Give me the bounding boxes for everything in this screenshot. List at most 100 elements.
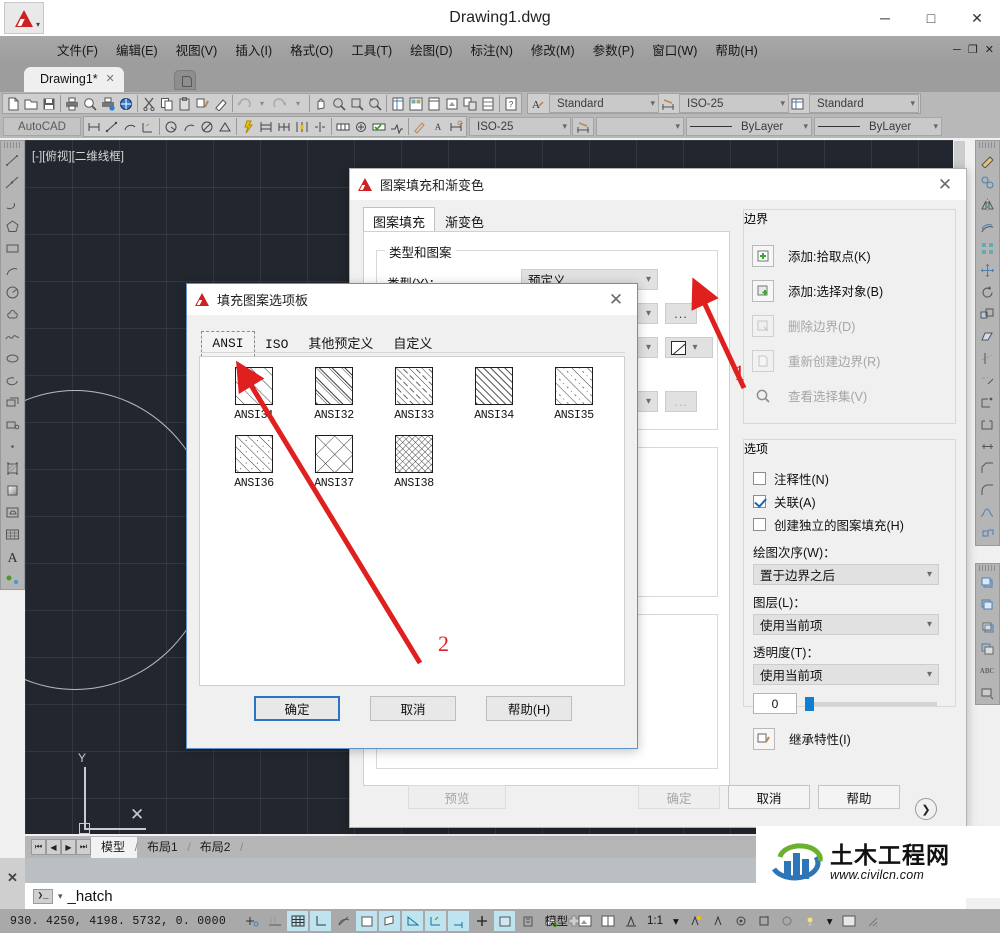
pattern-swatch[interactable]	[475, 367, 513, 405]
add-select-objects-icon[interactable]	[752, 279, 774, 302]
ellipse-icon[interactable]	[1, 347, 24, 369]
tab-iso[interactable]: ISO	[255, 333, 298, 357]
cancel-button[interactable]: 取消	[728, 785, 810, 809]
draw-order-combo[interactable]: 置于边界之后 ▾	[753, 564, 939, 585]
toolbar-grip[interactable]	[979, 142, 996, 148]
annotative-checkbox[interactable]	[753, 472, 766, 485]
quick-dimension-icon[interactable]	[240, 117, 257, 136]
arc-dimension-icon[interactable]	[122, 117, 139, 136]
tolerance-icon[interactable]	[335, 117, 352, 136]
text-to-front-icon[interactable]: ABC	[976, 660, 999, 682]
nav-next-button[interactable]: ▶	[61, 839, 76, 855]
3dprint-icon[interactable]	[118, 94, 135, 113]
menu-item-window[interactable]: 窗口(W)	[643, 37, 706, 62]
copy-object-icon[interactable]	[976, 171, 999, 193]
polar-tracking-icon[interactable]	[333, 911, 354, 931]
add-pick-points-row[interactable]: 添加:拾取点(K)	[744, 238, 955, 273]
pattern-item-ansi32[interactable]: ANSI32	[294, 367, 374, 422]
dim-style-combo[interactable]: ISO-25 ▾	[679, 94, 789, 113]
pattern-swatch[interactable]	[235, 435, 273, 473]
erase-icon[interactable]	[976, 149, 999, 171]
chevron-down-icon[interactable]: ▾	[921, 619, 938, 630]
text-style-combo[interactable]: Standard ▾	[549, 94, 659, 113]
infer-constraints-icon[interactable]	[241, 911, 262, 931]
pattern-item-ansi31[interactable]: ANSI31	[214, 367, 294, 422]
zoom-window-icon[interactable]	[349, 94, 366, 113]
dbconnect-icon[interactable]	[480, 94, 497, 113]
redo-icon[interactable]	[272, 94, 289, 113]
text-style-icon[interactable]: A	[530, 94, 547, 113]
radius-dimension-icon[interactable]	[163, 117, 180, 136]
slider-knob[interactable]	[805, 696, 814, 711]
trim-icon[interactable]	[976, 347, 999, 369]
grid-display-icon[interactable]	[287, 911, 309, 931]
custom-pattern-browse-button[interactable]: ...	[665, 391, 697, 412]
isolate-objects-icon[interactable]	[777, 911, 798, 931]
chevron-down-icon[interactable]: ▾	[640, 342, 657, 353]
menu-item-insert[interactable]: 插入(I)	[226, 37, 281, 62]
layout-tab-layout1[interactable]: 布局1 /	[137, 837, 191, 858]
auto-scale-icon[interactable]	[708, 911, 729, 931]
cut-icon[interactable]	[141, 94, 158, 113]
toolbar-grip[interactable]	[979, 565, 996, 571]
annotative-row[interactable]: 注释性(N)	[744, 467, 955, 490]
jog-line-icon[interactable]	[389, 117, 406, 136]
transparency-slider[interactable]	[805, 696, 937, 711]
inherit-properties-icon[interactable]	[753, 727, 775, 750]
sheetset-icon[interactable]	[444, 94, 461, 113]
pattern-item-ansi35[interactable]: ANSI35	[534, 367, 614, 422]
nav-first-button[interactable]: ⏮	[31, 839, 46, 855]
new-icon[interactable]	[5, 94, 22, 113]
mirror-icon[interactable]	[976, 193, 999, 215]
lineweight-icon[interactable]	[471, 911, 492, 931]
chevron-down-icon[interactable]: ▾	[558, 121, 567, 132]
table-style-icon[interactable]	[790, 94, 807, 113]
chevron-down-icon[interactable]: ▾	[668, 914, 684, 928]
linetype-combo[interactable]: ByLayer ▾	[814, 117, 942, 136]
dim-update-icon[interactable]	[448, 117, 465, 136]
ortho-mode-icon[interactable]	[310, 911, 332, 931]
menu-item-dimension[interactable]: 标注(N)	[462, 37, 522, 62]
send-to-back-icon[interactable]	[976, 594, 999, 616]
menu-item-file[interactable]: 文件(F)	[48, 37, 107, 62]
annotation-scale-icon[interactable]	[620, 911, 641, 931]
menu-item-tools[interactable]: 工具(T)	[342, 37, 401, 62]
ok-button[interactable]: 确定	[638, 785, 720, 809]
pan-icon[interactable]	[313, 94, 330, 113]
document-window-controls[interactable]: ─ ❐ ✕	[953, 43, 996, 56]
table-style-combo[interactable]: Standard ▾	[809, 94, 919, 113]
make-block-icon[interactable]	[1, 413, 24, 435]
separate-hatches-row[interactable]: 创建独立的图案填充(H)	[744, 513, 955, 536]
circle-icon[interactable]	[1, 281, 24, 303]
object-snap-icon[interactable]	[356, 911, 378, 931]
markup-icon[interactable]	[462, 94, 479, 113]
command-prompt-icon[interactable]: ❯_	[33, 888, 53, 904]
pattern-item-ansi34[interactable]: ANSI34	[454, 367, 534, 422]
add-pick-point-icon[interactable]	[752, 244, 774, 267]
hatch-pattern-palette-dialog[interactable]: 填充图案选项板 ✕ ANSI ISO 其他预定义 自定义 ANSI31 ANSI…	[186, 283, 638, 749]
chevron-down-icon[interactable]: ▾	[921, 569, 938, 580]
dim-space-icon[interactable]	[294, 117, 311, 136]
plot-preview-icon[interactable]	[82, 94, 99, 113]
send-under-object-icon[interactable]	[976, 638, 999, 660]
point-icon[interactable]	[1, 435, 24, 457]
properties-icon[interactable]	[390, 94, 407, 113]
join-icon[interactable]	[976, 435, 999, 457]
snap-mode-icon[interactable]	[264, 911, 285, 931]
polyline-icon[interactable]	[1, 193, 24, 215]
ordinate-dimension-icon[interactable]	[140, 117, 157, 136]
workspace-badge[interactable]: AutoCAD	[3, 117, 81, 136]
aligned-dimension-icon[interactable]	[104, 117, 121, 136]
menu-item-view[interactable]: 视图(V)	[167, 37, 227, 62]
stretch-icon[interactable]	[976, 325, 999, 347]
toolbar-grip[interactable]	[4, 142, 21, 148]
chevron-down-icon[interactable]: ▾	[822, 914, 838, 928]
toolbar-lock-icon[interactable]	[754, 911, 775, 931]
chevron-down-icon[interactable]: ▾	[776, 98, 785, 109]
insert-block-icon[interactable]	[1, 391, 24, 413]
dim-style-icon[interactable]	[660, 94, 677, 113]
pattern-swatch[interactable]	[315, 367, 353, 405]
chevron-down-icon[interactable]: ▾	[640, 308, 657, 319]
menu-item-edit[interactable]: 编辑(E)	[107, 37, 167, 62]
zoom-previous-icon[interactable]	[367, 94, 384, 113]
